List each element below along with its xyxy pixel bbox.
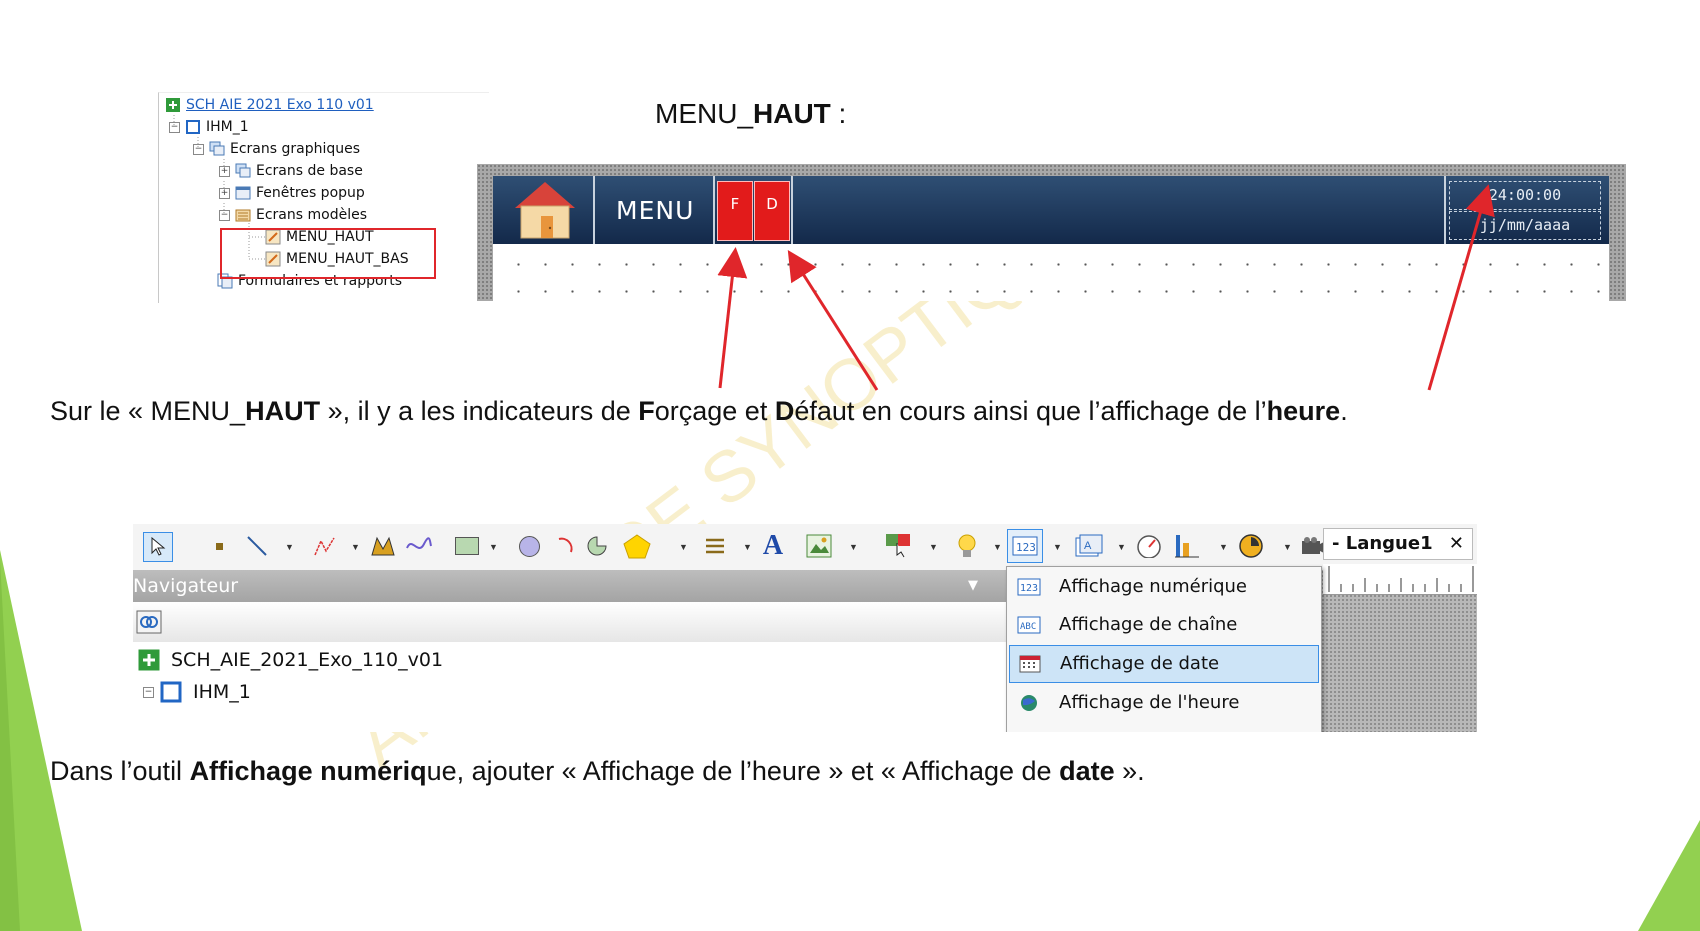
text-tool-icon[interactable]: A <box>759 530 787 561</box>
list-tool-icon[interactable] <box>701 532 729 560</box>
text-bold: heure <box>1266 396 1341 426</box>
menu-item-affichage-numerique[interactable]: 123 Affichage numérique <box>1009 569 1317 605</box>
text: », il y a les indicateurs de <box>320 396 639 426</box>
image-tool-icon[interactable] <box>805 532 833 560</box>
sentence-menu-haut: Sur le « MENU_HAUT », il y a les indicat… <box>50 396 1348 427</box>
arrow-forcage <box>717 247 748 389</box>
tab-label: - Langue1 <box>1332 533 1433 554</box>
drawing-toolbar: ▼ ▼ ▼ ▼ ▼ A ▼ ▼ ▼ 123 ▼ A ▼ ▼ ▼ ▼ ▾ <box>133 524 1477 571</box>
chevron-down-icon[interactable]: ▼ <box>743 542 752 552</box>
chevron-down-icon[interactable]: ▼ <box>929 542 938 552</box>
annotation-arrows <box>717 184 1495 391</box>
sync-navigation-icon[interactable] <box>136 610 162 634</box>
navigator-title: Navigateur <box>133 575 239 597</box>
text: Dans l’outil <box>50 756 190 786</box>
menu-item-affichage-chaine[interactable]: ABC Affichage de chaîne <box>1009 607 1317 643</box>
arrow-defaut <box>787 249 879 391</box>
pie-tool-icon[interactable] <box>583 532 611 560</box>
project-icon <box>138 649 160 671</box>
text: orçage et <box>654 396 775 426</box>
sentence-affichage: Dans l’outil Affichage numérique, ajoute… <box>50 756 1145 787</box>
navigator-header: Navigateur ▼ <box>133 570 1013 602</box>
text-bold: Affichage numériq <box>189 756 427 786</box>
text-bold: HAUT <box>245 396 321 426</box>
chevron-down-icon[interactable]: ▼ <box>1053 542 1062 552</box>
chevron-down-icon[interactable]: ▼ <box>849 542 858 552</box>
navigator-tree: SCH_AIE_2021_Exo_110_v01 − IHM_1 <box>133 642 1013 732</box>
text: éfaut en cours ainsi que l’affichage de … <box>794 396 1267 426</box>
svg-text:ABC: ABC <box>1020 622 1036 632</box>
circle-tool-icon[interactable] <box>515 532 543 560</box>
lamp-tool-icon[interactable] <box>953 532 981 560</box>
menu-item-affichage-heure[interactable]: Affichage de l'heure <box>1009 685 1317 721</box>
chevron-down-icon[interactable]: ▼ <box>285 542 294 552</box>
polyline-tool-icon[interactable] <box>311 532 339 560</box>
text-bold: date <box>1059 756 1115 786</box>
date-display-icon <box>1019 655 1041 673</box>
text: . <box>1340 396 1348 426</box>
collapse-icon[interactable]: − <box>143 686 154 698</box>
clock-tool-icon[interactable] <box>1237 532 1265 560</box>
chevron-down-icon[interactable]: ▼ <box>1283 542 1292 552</box>
menu-item-label: Affichage de date <box>1060 653 1220 674</box>
curve-tool-icon[interactable] <box>405 532 433 560</box>
navigator-project[interactable]: SCH_AIE_2021_Exo_110_v01 <box>137 646 443 674</box>
svg-text:123: 123 <box>1020 583 1038 594</box>
chevron-down-icon[interactable]: ▼ <box>679 542 688 552</box>
numeric-display-dropdown: 123 Affichage numérique ABC Affichage de… <box>1006 566 1322 732</box>
toolbar-screenshot: ▼ ▼ ▼ ▼ ▼ A ▼ ▼ ▼ 123 ▼ A ▼ ▼ ▼ ▼ ▾ <box>133 524 1477 732</box>
rectangle-tool-icon[interactable] <box>453 532 481 560</box>
navigator-item-ihm[interactable]: − IHM_1 <box>143 678 251 706</box>
string-display-icon: ABC <box>1017 616 1041 634</box>
navigator-toolbar <box>133 602 1013 643</box>
arrow-heure <box>1427 184 1495 391</box>
navigator-project-label: SCH_AIE_2021_Exo_110_v01 <box>171 649 444 671</box>
chevron-down-icon[interactable]: ▼ <box>993 542 1002 552</box>
chevron-down-icon[interactable]: ▼ <box>351 542 360 552</box>
text: ue, ajouter « Affichage de l’heure » et … <box>426 756 1060 786</box>
close-icon[interactable]: ✕ <box>1449 529 1464 559</box>
select-pointer-icon[interactable] <box>143 532 173 562</box>
point-tool-icon[interactable] <box>205 532 233 560</box>
line-tool-icon[interactable] <box>243 532 271 560</box>
button-tool-icon[interactable] <box>885 532 913 560</box>
arc-tool-icon[interactable] <box>551 532 579 560</box>
text: Sur le « MENU_ <box>50 396 246 426</box>
chevron-down-icon[interactable]: ▼ <box>968 570 978 602</box>
chevron-down-icon[interactable]: ▼ <box>1219 542 1228 552</box>
text: ». <box>1114 756 1145 786</box>
svg-text:A: A <box>1084 540 1092 552</box>
tab-langue1[interactable]: - Langue1 ✕ <box>1323 528 1473 560</box>
chevron-down-icon[interactable]: ▼ <box>1117 542 1126 552</box>
hmi-icon <box>160 681 182 703</box>
navigator-item-label: IHM_1 <box>193 681 251 703</box>
globe-clock-icon <box>1021 695 1037 711</box>
menu-item-label: Affichage de l'heure <box>1059 692 1240 713</box>
bar-graph-tool-icon[interactable] <box>1173 532 1201 560</box>
svg-text:123: 123 <box>1016 541 1036 554</box>
polygon-tool-icon[interactable] <box>369 532 397 560</box>
numeric-display-icon: 123 <box>1017 578 1041 596</box>
polygon-fill-tool-icon[interactable] <box>623 532 651 560</box>
gauge-tool-icon[interactable] <box>1135 532 1163 560</box>
ruler <box>1323 564 1477 595</box>
menu-item-label: Affichage de chaîne <box>1059 614 1238 635</box>
menu-item-label: Affichage numérique <box>1059 576 1248 597</box>
chevron-down-icon[interactable]: ▼ <box>489 542 498 552</box>
text-bold: D <box>774 396 795 426</box>
menu-item-affichage-date[interactable]: Affichage de date <box>1009 645 1319 683</box>
io-field-tool-icon[interactable]: A <box>1075 532 1103 560</box>
text-bold: F <box>638 396 655 426</box>
numeric-display-tool-icon[interactable]: 123 <box>1007 529 1043 563</box>
